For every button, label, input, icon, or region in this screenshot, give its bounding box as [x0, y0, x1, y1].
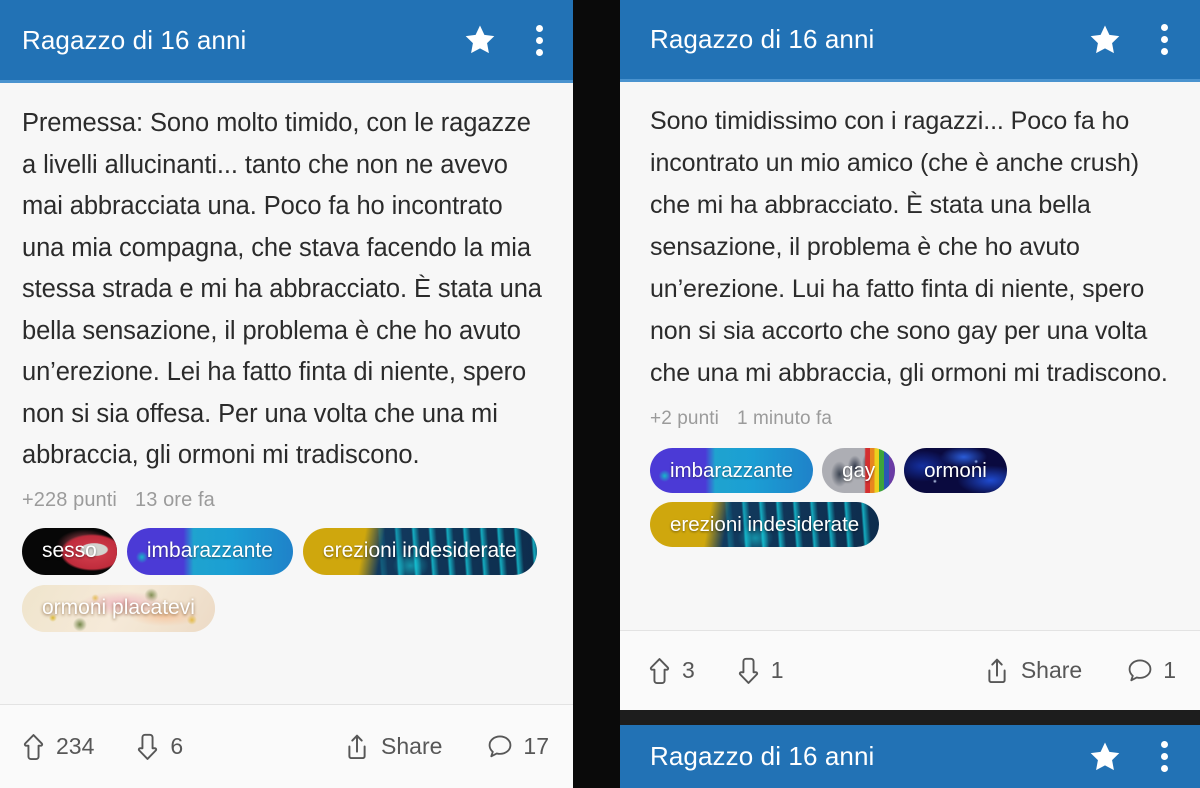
- downvote-count: 6: [170, 733, 184, 759]
- comment-button[interactable]: 17: [486, 733, 549, 761]
- more-vertical-icon[interactable]: [527, 24, 551, 56]
- downvote-count: 1: [770, 657, 784, 683]
- post-card-right: Ragazzo di 16 anni Sono timidissimo con …: [620, 0, 1200, 710]
- arrow-up-icon: [646, 656, 673, 686]
- tag-chip[interactable]: ormoni placatevi: [22, 584, 215, 632]
- page-title: Ragazzo di 16 anni: [650, 741, 875, 771]
- tag-list-right: imbarazzante gay ormoni erezioni indesid…: [650, 448, 1172, 547]
- points-label: +228 punti: [22, 488, 117, 511]
- tag-chip[interactable]: gay: [822, 448, 896, 493]
- more-vertical-icon[interactable]: [1152, 741, 1176, 772]
- post-text: Premessa: Sono molto timido, con le raga…: [22, 109, 542, 469]
- card-body-left: Premessa: Sono molto timido, con le raga…: [0, 83, 573, 704]
- card-body-right: Sono timidissimo con i ragazzi... Poco f…: [620, 82, 1200, 630]
- share-label: Share: [381, 733, 443, 759]
- tag-label: imbarazzante: [670, 458, 794, 482]
- timestamp-label: 13 ore fa: [134, 488, 215, 511]
- arrow-down-icon: [735, 656, 762, 686]
- page-title: Ragazzo di 16 anni: [650, 24, 875, 54]
- right-panel: Ragazzo di 16 anni Sono timidissimo con …: [620, 0, 1200, 788]
- tag-chip[interactable]: imbarazzante: [126, 527, 293, 575]
- share-icon: [344, 732, 370, 762]
- tag-chip[interactable]: imbarazzante: [650, 448, 814, 493]
- downvote-button[interactable]: 1: [735, 656, 784, 686]
- card-header-right: Ragazzo di 16 anni: [620, 0, 1200, 82]
- comment-button[interactable]: 1: [1126, 657, 1176, 685]
- tag-label: erezioni indesiderate: [670, 512, 860, 536]
- post-meta: +228 punti 13 ore fa: [22, 489, 551, 512]
- share-label: Share: [1020, 657, 1083, 683]
- tag-label: erezioni indesiderate: [322, 539, 517, 562]
- action-bar-right: 3 1 Share 1: [620, 630, 1200, 710]
- tag-chip[interactable]: ormoni: [904, 448, 1007, 493]
- timestamp-label: 1 minuto fa: [736, 408, 833, 429]
- share-button[interactable]: Share: [344, 732, 442, 762]
- downvote-button[interactable]: 6: [134, 732, 183, 762]
- left-panel: Ragazzo di 16 anni Premessa: Sono molto …: [0, 0, 573, 788]
- tag-chip[interactable]: sesso: [22, 527, 117, 575]
- tag-chip[interactable]: erezioni indesiderate: [302, 527, 537, 575]
- comment-count: 1: [1163, 657, 1176, 683]
- tag-label: sesso: [42, 539, 97, 562]
- tag-label: imbarazzante: [146, 539, 273, 562]
- comment-bubble-icon: [486, 733, 514, 761]
- upvote-button[interactable]: 3: [646, 656, 695, 686]
- points-label: +2 punti: [650, 408, 719, 429]
- arrow-down-icon: [134, 732, 161, 762]
- post-card-left: Ragazzo di 16 anni Premessa: Sono molto …: [0, 0, 573, 788]
- more-vertical-icon[interactable]: [1152, 24, 1176, 55]
- header-actions: [1088, 23, 1176, 57]
- header-actions: [463, 23, 551, 57]
- panel-divider: [573, 0, 620, 788]
- page-title: Ragazzo di 16 anni: [22, 24, 247, 55]
- action-bar-left: 234 6 Share 17: [0, 704, 573, 788]
- post-card-right-next[interactable]: Ragazzo di 16 anni: [620, 725, 1200, 788]
- star-icon[interactable]: [1088, 740, 1122, 774]
- upvote-count: 234: [56, 733, 95, 759]
- tag-chip[interactable]: erezioni indesiderate: [650, 502, 880, 547]
- tag-label: ormoni placatevi: [42, 596, 195, 619]
- upvote-count: 3: [682, 657, 695, 683]
- share-button[interactable]: Share: [984, 656, 1082, 686]
- star-icon[interactable]: [463, 23, 497, 57]
- card-header-right-next: Ragazzo di 16 anni: [620, 725, 1200, 788]
- share-icon: [984, 656, 1010, 686]
- tag-list-left: sesso imbarazzante erezioni indesiderate…: [22, 527, 551, 632]
- upvote-button[interactable]: 234: [20, 732, 94, 762]
- tag-label: gay: [842, 458, 876, 482]
- card-header-left: Ragazzo di 16 anni: [0, 0, 573, 83]
- comment-count: 17: [523, 733, 549, 759]
- arrow-up-icon: [20, 732, 47, 762]
- right-feed: Ragazzo di 16 anni Sono timidissimo con …: [620, 0, 1200, 788]
- tag-label: ormoni: [924, 458, 987, 482]
- header-actions: [1088, 740, 1176, 774]
- star-icon[interactable]: [1088, 23, 1122, 57]
- screenshot-root: Ragazzo di 16 anni Premessa: Sono molto …: [0, 0, 1200, 788]
- post-meta: +2 punti 1 minuto fa: [650, 408, 1172, 430]
- post-text: Sono timidissimo con i ragazzi... Poco f…: [650, 107, 1168, 387]
- comment-bubble-icon: [1126, 657, 1154, 685]
